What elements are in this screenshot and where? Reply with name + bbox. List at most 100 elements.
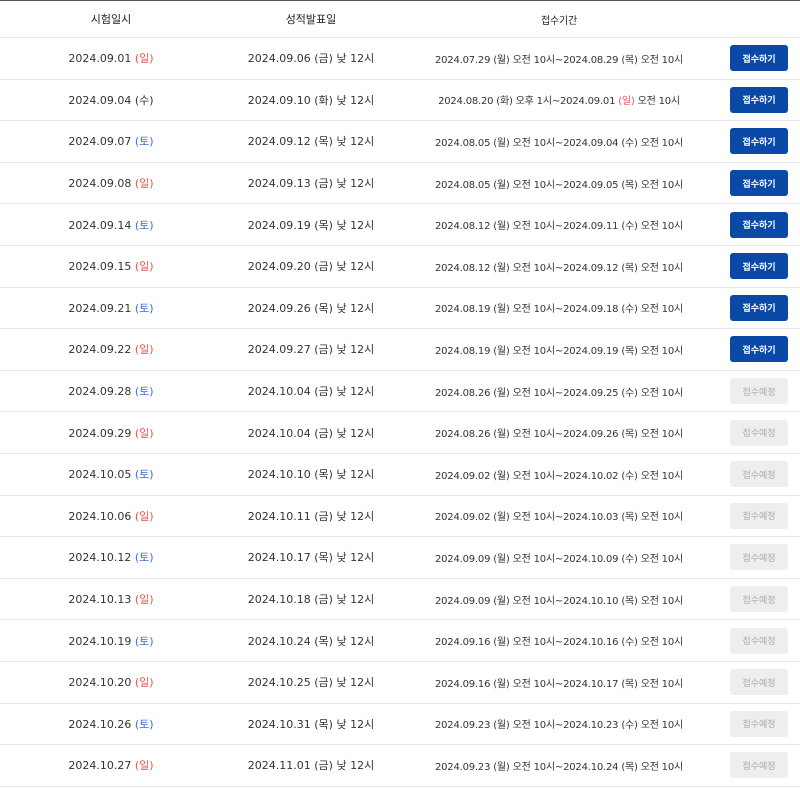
register-upcoming-button[interactable]: 접수예정 [730, 586, 788, 613]
registration-end-time: 오전 10시 [634, 96, 681, 108]
register-upcoming-button[interactable]: 접수예정 [730, 502, 788, 529]
action-cell: 접수하기 [718, 86, 800, 113]
table-row: 2024.09.21 (토) 2024.09.26 (목) 낮 12시 2024.0… [0, 288, 800, 330]
registration-period-text: 2024.09.02 (월) 오전 10시~2024.10.02 (수) 오전 … [434, 470, 684, 482]
table-row: 2024.09.28 (토) 2024.10.04 (금) 낮 12시 2024.0… [0, 371, 800, 413]
exam-date-cell: 2024.09.01 (일) [0, 50, 222, 66]
registration-period-text: 2024.07.29 (월) 오전 10시~2024.08.29 (목) 오전 … [434, 54, 684, 66]
registration-period-text: 2024.08.19 (월) 오전 10시~2024.09.19 (목) 오전 … [434, 345, 684, 357]
register-upcoming-button[interactable]: 접수예정 [730, 752, 788, 779]
register-upcoming-button[interactable]: 접수예정 [730, 627, 788, 654]
action-cell: 접수하기 [718, 336, 800, 363]
register-button[interactable]: 접수하기 [730, 253, 788, 280]
exam-date: 2024.09.29 [68, 426, 132, 440]
exam-date: 2024.09.21 [68, 301, 132, 315]
exam-date: 2024.09.28 [68, 385, 132, 399]
exam-weekday: (수) [134, 93, 154, 107]
result-date-cell: 2024.09.10 (화) 낮 12시 [247, 93, 375, 107]
exam-weekday: (토) [134, 551, 154, 565]
register-button[interactable]: 접수하기 [730, 86, 788, 113]
register-upcoming-button[interactable]: 접수예정 [730, 669, 788, 696]
exam-date: 2024.09.01 [68, 52, 132, 66]
exam-weekday: (일) [134, 426, 154, 440]
registration-period-cell: 2024.08.19 (월) 오전 10시~2024.09.18 (수) 오전 … [400, 300, 718, 315]
exam-weekday: (토) [134, 634, 154, 648]
exam-date-cell: 2024.09.29 (일) [0, 425, 222, 441]
register-button[interactable]: 접수하기 [730, 45, 788, 72]
registration-period-cell: 2024.08.26 (월) 오전 10시~2024.09.26 (목) 오전 … [400, 425, 718, 440]
exam-date-cell: 2024.10.27 (일) [0, 757, 222, 773]
result-date-cell: 2024.11.01 (금) 낮 12시 [247, 759, 375, 773]
result-date-cell: 2024.09.12 (목) 낮 12시 [247, 135, 375, 149]
exam-date-cell: 2024.09.07 (토) [0, 133, 222, 149]
registration-period-cell: 2024.09.23 (월) 오전 10시~2024.10.23 (수) 오전 … [400, 716, 718, 731]
register-button[interactable]: 접수하기 [730, 211, 788, 238]
result-date-cell: 2024.09.26 (목) 낮 12시 [247, 301, 375, 315]
registration-period-cell: 2024.09.16 (월) 오전 10시~2024.10.16 (수) 오전 … [400, 633, 718, 648]
exam-date-cell: 2024.09.14 (토) [0, 217, 222, 233]
register-upcoming-button[interactable]: 접수예정 [730, 544, 788, 571]
table-row: 2024.09.15 (일) 2024.09.20 (금) 낮 12시 2024.0… [0, 246, 800, 288]
exam-date: 2024.09.08 [68, 177, 132, 191]
result-date-cell: 2024.10.17 (목) 낮 12시 [247, 551, 375, 565]
registration-period-cell: 2024.08.12 (월) 오전 10시~2024.09.11 (수) 오전 … [400, 217, 718, 232]
register-upcoming-button[interactable]: 접수예정 [730, 378, 788, 405]
registration-period-text: 2024.08.26 (월) 오전 10시~2024.09.25 (수) 오전 … [434, 387, 684, 399]
registration-period-text: 2024.08.19 (월) 오전 10시~2024.09.18 (수) 오전 … [434, 304, 684, 316]
register-button[interactable]: 접수하기 [730, 336, 788, 363]
exam-date-cell: 2024.10.05 (토) [0, 466, 222, 482]
exam-weekday: (일) [134, 676, 154, 690]
registration-period-cell: 2024.07.29 (월) 오전 10시~2024.08.29 (목) 오전 … [400, 51, 718, 66]
result-date-cell: 2024.10.10 (목) 낮 12시 [247, 468, 375, 482]
register-upcoming-button[interactable]: 접수예정 [730, 419, 788, 446]
registration-period-text: 2024.08.26 (월) 오전 10시~2024.09.26 (목) 오전 … [434, 429, 684, 441]
register-upcoming-button[interactable]: 접수예정 [730, 710, 788, 737]
exam-date-cell: 2024.10.06 (일) [0, 508, 222, 524]
action-cell: 접수하기 [718, 128, 800, 155]
table-row: 2024.10.12 (토) 2024.10.17 (목) 낮 12시 2024.0… [0, 537, 800, 579]
table-row: 2024.10.27 (일) 2024.11.01 (금) 낮 12시 2024.0… [0, 745, 800, 787]
table-row: 2024.09.29 (일) 2024.10.04 (금) 낮 12시 2024.0… [0, 412, 800, 454]
action-cell: 접수예정 [718, 502, 800, 529]
registration-period-text: 2024.08.05 (월) 오전 10시~2024.09.05 (목) 오전 … [434, 179, 684, 191]
table-row: 2024.10.19 (토) 2024.10.24 (목) 낮 12시 2024.0… [0, 620, 800, 662]
table-row: 2024.10.20 (일) 2024.10.25 (금) 낮 12시 2024.0… [0, 662, 800, 704]
exam-weekday: (일) [134, 260, 154, 274]
registration-period-text: 2024.09.16 (월) 오전 10시~2024.10.16 (수) 오전 … [434, 637, 684, 649]
registration-period-cell: 2024.08.05 (월) 오전 10시~2024.09.04 (수) 오전 … [400, 134, 718, 149]
registration-period-cell: 2024.09.09 (월) 오전 10시~2024.10.10 (목) 오전 … [400, 592, 718, 607]
exam-date: 2024.09.22 [68, 343, 132, 357]
registration-period-text: 2024.09.09 (월) 오전 10시~2024.10.09 (수) 오전 … [434, 553, 684, 565]
registration-period-text: 2024.08.05 (월) 오전 10시~2024.09.04 (수) 오전 … [434, 137, 684, 149]
registration-period-cell: 2024.09.16 (월) 오전 10시~2024.10.17 (목) 오전 … [400, 675, 718, 690]
registration-end-weekday: (일) [618, 96, 635, 108]
registration-period-cell: 2024.08.12 (월) 오전 10시~2024.09.12 (목) 오전 … [400, 259, 718, 274]
registration-period-text: 2024.09.02 (월) 오전 10시~2024.10.03 (목) 오전 … [434, 512, 684, 524]
registration-period-text: 2024.09.23 (월) 오전 10시~2024.10.24 (목) 오전 … [434, 761, 684, 773]
table-header: 시험일시 성적발표일 접수기간 [0, 0, 800, 38]
registration-period-text: 2024.08.12 (월) 오전 10시~2024.09.11 (수) 오전 … [434, 221, 684, 233]
table-row: 2024.10.05 (토) 2024.10.10 (목) 낮 12시 2024.0… [0, 454, 800, 496]
exam-weekday: (토) [134, 218, 154, 232]
registration-period-cell: 2024.08.05 (월) 오전 10시~2024.09.05 (목) 오전 … [400, 176, 718, 191]
exam-date-cell: 2024.10.19 (토) [0, 633, 222, 649]
exam-weekday: (일) [134, 509, 154, 523]
action-cell: 접수예정 [718, 669, 800, 696]
register-button[interactable]: 접수하기 [730, 170, 788, 197]
registration-period-text: 2024.08.20 (화) 오후 1시~2024.09.01 [438, 96, 619, 108]
register-button[interactable]: 접수하기 [730, 294, 788, 321]
exam-date: 2024.10.19 [68, 634, 132, 648]
exam-weekday: (일) [134, 593, 154, 607]
register-button[interactable]: 접수하기 [730, 128, 788, 155]
exam-date-cell: 2024.09.22 (일) [0, 341, 222, 357]
table-row: 2024.10.06 (일) 2024.10.11 (금) 낮 12시 2024.0… [0, 496, 800, 538]
register-upcoming-button[interactable]: 접수예정 [730, 461, 788, 488]
result-date-cell: 2024.10.24 (목) 낮 12시 [247, 634, 375, 648]
action-cell: 접수예정 [718, 710, 800, 737]
result-date-cell: 2024.09.20 (금) 낮 12시 [247, 260, 375, 274]
action-cell: 접수예정 [718, 461, 800, 488]
exam-date-cell: 2024.09.28 (토) [0, 383, 222, 399]
result-date-cell: 2024.09.19 (목) 낮 12시 [247, 218, 375, 232]
exam-weekday: (토) [134, 468, 154, 482]
registration-period-cell: 2024.08.26 (월) 오전 10시~2024.09.25 (수) 오전 … [400, 384, 718, 399]
